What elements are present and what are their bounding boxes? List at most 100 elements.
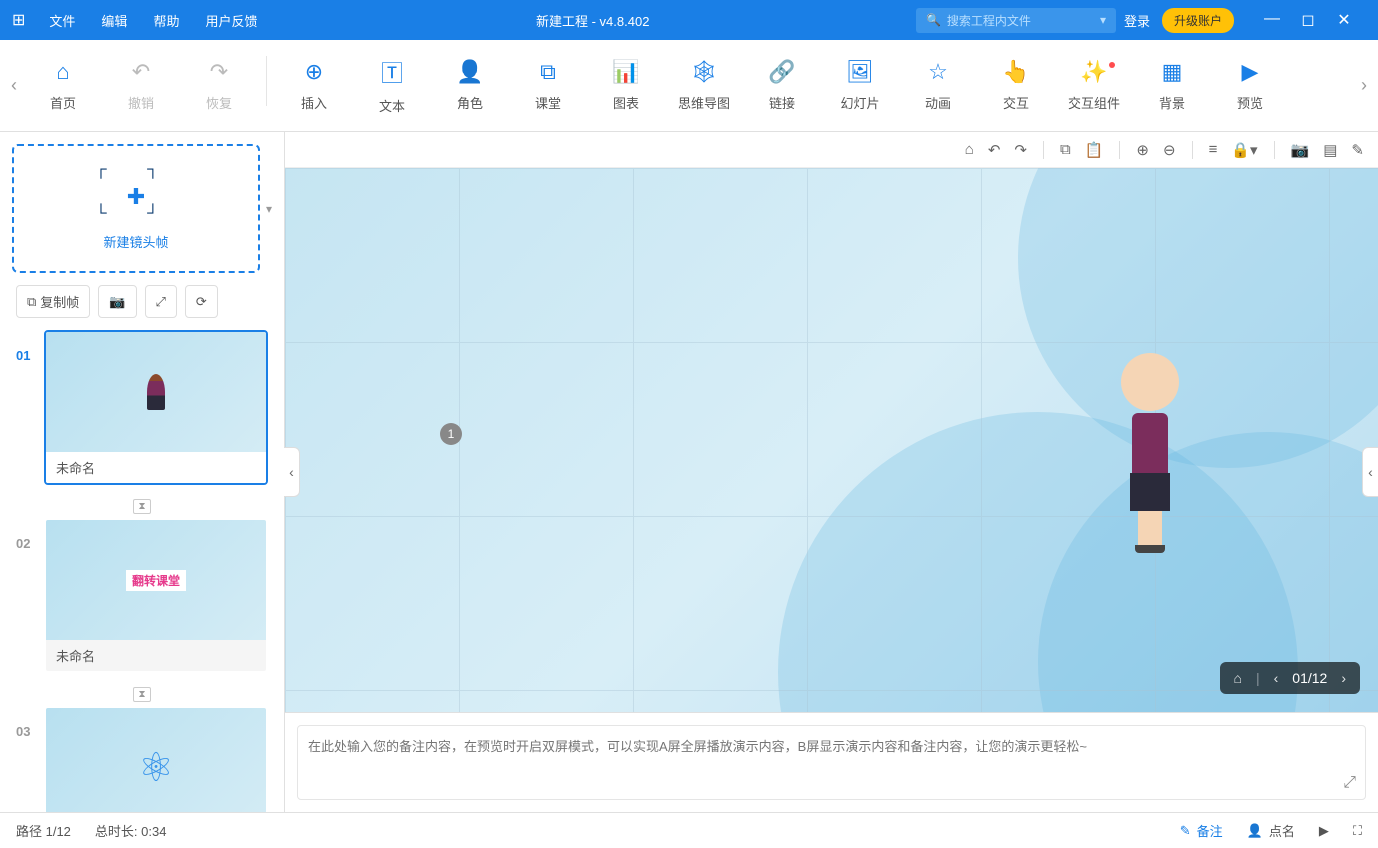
status-play-button[interactable]: ▶ <box>1319 823 1329 839</box>
toolbar-home-icon[interactable]: ⌂首页 <box>24 56 102 115</box>
align-icon[interactable]: ≡ <box>1209 141 1218 158</box>
frames-list: 01 未命名 ⧗ 02 翻转课堂 未命名 ⧗ 03 ⚛ <box>0 330 284 812</box>
minimize-button[interactable]: — <box>1258 10 1286 30</box>
page-overlay: ⌂ | ‹ 01/12 › <box>1220 662 1361 694</box>
canvas-viewport[interactable]: 1 ⌂ | ‹ 01/12 › <box>285 168 1378 712</box>
toolbar-scroll-left[interactable]: ‹ <box>4 40 24 131</box>
play-icon: ▶ <box>1319 823 1329 839</box>
zoom-out-icon[interactable]: ⊖ <box>1163 141 1176 159</box>
toolbar-chart-icon[interactable]: 📊图表 <box>587 56 665 115</box>
toolbar-undo-icon[interactable]: ↶撤销 <box>102 56 180 115</box>
fullscreen-icon: ⛶ <box>1353 823 1362 839</box>
search-dropdown-icon[interactable]: ▾ <box>1100 13 1106 27</box>
toolbar-scroll-right[interactable]: › <box>1354 40 1374 131</box>
menu-edit[interactable]: 编辑 <box>89 5 139 36</box>
camera-icon: 📷 <box>109 294 125 310</box>
toolbar-widget-icon[interactable]: ✨ 交互组件 <box>1055 56 1133 115</box>
layers-icon[interactable]: ▤ <box>1323 141 1337 159</box>
upgrade-button[interactable]: 升级账户 <box>1162 8 1234 33</box>
canvas-character[interactable] <box>1115 353 1185 543</box>
toolbar-label: 恢复 <box>206 93 232 112</box>
toolbar-insert-icon[interactable]: ⊕插入 <box>275 56 353 115</box>
notes-expand-icon[interactable]: ⤢ <box>1343 774 1356 792</box>
toolbar-anim-icon[interactable]: ☆动画 <box>899 56 977 115</box>
canvas-home-icon[interactable]: ⌂ <box>965 141 974 158</box>
expand-tool[interactable]: ⤢ <box>145 285 177 318</box>
frame-thumbnail[interactable] <box>46 332 266 452</box>
loop-tool[interactable]: ⟳ <box>185 285 218 318</box>
toolbar-label: 首页 <box>50 93 76 112</box>
redo-icon: ↷ <box>210 59 228 85</box>
interact-icon: 👆 <box>1002 59 1029 85</box>
toolbar-label: 动画 <box>925 93 951 112</box>
toolbar-class-icon[interactable]: ⧉课堂 <box>509 56 587 115</box>
toolbar-preview-icon[interactable]: ▶预览 <box>1211 56 1289 115</box>
overlay-prev-icon[interactable]: ‹ <box>1274 670 1279 686</box>
toolbar-label: 插入 <box>301 93 327 112</box>
canvas-marker[interactable]: 1 <box>440 423 462 445</box>
left-panel-toggle[interactable]: ‹ <box>284 447 300 497</box>
search-box[interactable]: 🔍 搜索工程内文件 ▾ <box>916 8 1116 33</box>
toolbar-label: 角色 <box>457 93 483 112</box>
frame-tools: ⧉复制帧 📷 ⤢ ⟳ <box>0 285 284 330</box>
new-frame-label: 新建镜头帧 <box>14 232 258 251</box>
overlay-page: 01/12 <box>1292 670 1327 686</box>
new-frame-dropdown[interactable]: ▾ <box>266 202 272 216</box>
toolbar-label: 交互组件 <box>1068 93 1120 112</box>
toolbar-link-icon[interactable]: 🔗链接 <box>743 56 821 115</box>
frame-item[interactable]: 02 翻转课堂 未命名 <box>0 518 284 681</box>
preview-icon: ▶ <box>1242 59 1259 85</box>
toolbar-label: 交互 <box>1003 93 1029 112</box>
notes-textarea[interactable] <box>297 725 1366 800</box>
frame-item[interactable]: 03 ⚛ <box>0 706 284 812</box>
paste-icon[interactable]: 📋 <box>1085 141 1104 159</box>
overlay-home-icon[interactable]: ⌂ <box>1234 670 1242 686</box>
main-area: ┌ ┐ ✚ └ ┘ 新建镜头帧 ▾ ⧉复制帧 📷 ⤢ ⟳ 01 未命名 ⧗ 02 翻… <box>0 132 1378 812</box>
statusbar: 路径 1/12 总时长: 0:34 ✎备注 👤点名 ▶ ⛶ <box>0 812 1378 848</box>
toolbar-label: 课堂 <box>535 93 561 112</box>
mindmap-icon: 🕸 <box>690 59 718 85</box>
new-frame-button[interactable]: ┌ ┐ ✚ └ ┘ 新建镜头帧 <box>12 144 260 273</box>
frame-thumbnail[interactable]: ⚛ <box>46 708 266 812</box>
chart-icon: 📊 <box>612 59 639 85</box>
canvas-redo-icon[interactable]: ↷ <box>1014 141 1027 159</box>
menu-file[interactable]: 文件 <box>37 5 87 36</box>
login-link[interactable]: 登录 <box>1124 11 1150 30</box>
canvas[interactable]: 1 <box>285 168 1378 712</box>
menu-help[interactable]: 帮助 <box>141 5 191 36</box>
camera-tool[interactable]: 📷 <box>98 285 136 318</box>
status-roll-button[interactable]: 👤点名 <box>1247 821 1295 840</box>
toolbar-slide-icon[interactable]: 🖼幻灯片 <box>821 56 899 115</box>
status-notes-button[interactable]: ✎备注 <box>1180 821 1223 840</box>
toolbar-role-icon[interactable]: 👤角色 <box>431 56 509 115</box>
lock-icon[interactable]: 🔒▾ <box>1231 141 1257 159</box>
toolbar-mindmap-icon[interactable]: 🕸思维导图 <box>665 56 743 115</box>
copy-icon[interactable]: ⧉ <box>1060 141 1071 158</box>
frame-caption: 未命名 <box>46 640 266 671</box>
toolbar-label: 链接 <box>769 93 795 112</box>
right-panel-toggle[interactable]: ‹ <box>1362 447 1378 497</box>
toolbar-redo-icon[interactable]: ↷ 恢复 <box>180 56 258 115</box>
close-button[interactable]: ✕ <box>1330 10 1358 30</box>
frames-panel: ┌ ┐ ✚ └ ┘ 新建镜头帧 ▾ ⧉复制帧 📷 ⤢ ⟳ 01 未命名 ⧗ 02 翻… <box>0 132 285 812</box>
maximize-button[interactable]: ◻ <box>1294 10 1322 30</box>
copy-frame-button[interactable]: ⧉复制帧 <box>16 285 90 318</box>
frame-thumbnail[interactable]: 翻转课堂 <box>46 520 266 640</box>
menu-feedback[interactable]: 用户反馈 <box>193 5 269 36</box>
hourglass-icon[interactable]: ⧗ <box>133 499 150 514</box>
toolbar-interact-icon[interactable]: 👆 交互 <box>977 56 1055 115</box>
main-toolbar: ‹ ⌂首页↶撤销 ↷ 恢复 ⊕插入🅃文本👤角色⧉课堂📊图表🕸思维导图🔗链接🖼幻灯片☆动… <box>0 40 1378 132</box>
canvas-undo-icon[interactable]: ↶ <box>988 141 1001 159</box>
overlay-next-icon[interactable]: › <box>1341 670 1346 686</box>
search-placeholder: 搜索工程内文件 <box>947 12 1031 29</box>
toolbar-label: 文本 <box>379 96 405 115</box>
toolbar-text-icon[interactable]: 🅃文本 <box>353 56 431 115</box>
snapshot-icon[interactable]: 📷 <box>1291 141 1310 159</box>
widget-icon: ✨ <box>1080 59 1107 85</box>
hourglass-icon[interactable]: ⧗ <box>133 687 150 702</box>
frame-item[interactable]: 01 未命名 <box>0 330 284 493</box>
edit-icon[interactable]: ✎ <box>1351 141 1364 159</box>
zoom-in-icon[interactable]: ⊕ <box>1136 141 1149 159</box>
toolbar-bg-icon[interactable]: ▦背景 <box>1133 56 1211 115</box>
status-fullscreen-button[interactable]: ⛶ <box>1353 823 1362 839</box>
